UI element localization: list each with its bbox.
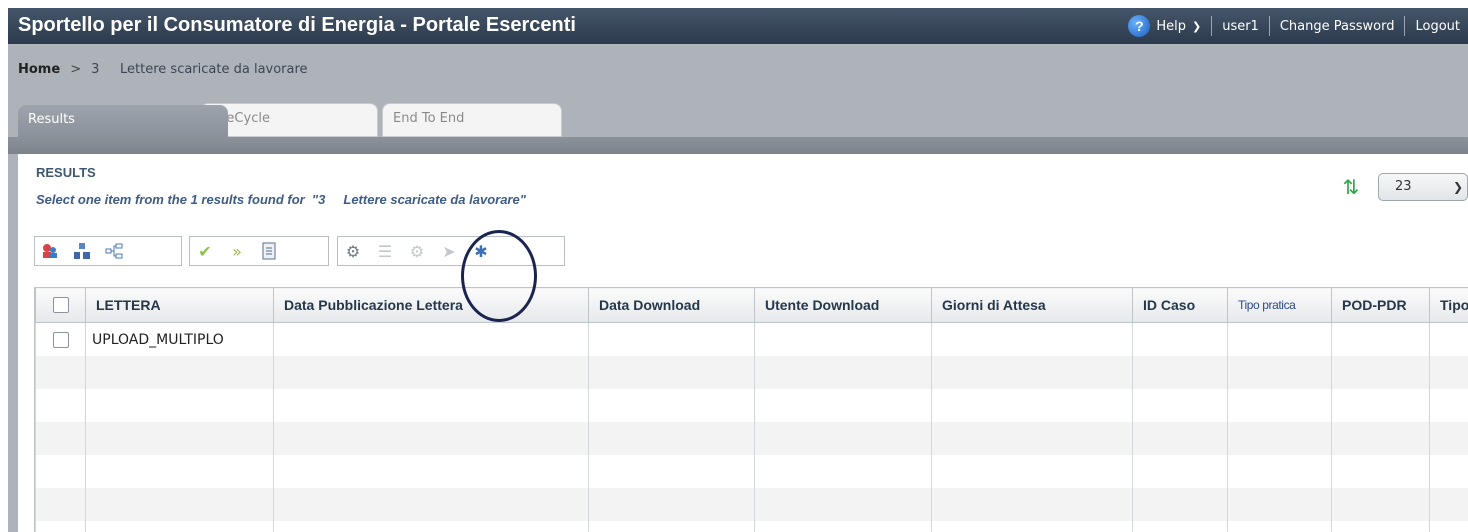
- column-header[interactable]: Utente Download: [754, 287, 932, 323]
- app-title: Sportello per il Consumatore di Energia …: [18, 14, 576, 36]
- table-cell: UPLOAD_MULTIPLO: [85, 322, 274, 356]
- top-nav: ? Help ❯ user1 Change Password Logout: [1128, 8, 1460, 44]
- results-heading: RESULTS: [36, 165, 96, 180]
- toolbar-group-2: ✔ »: [189, 236, 329, 266]
- table-cell: [1429, 322, 1468, 356]
- breadcrumb: Home >3 Lettere scaricate da lavorare: [18, 62, 308, 77]
- column-header[interactable]: Giorni di Attesa: [931, 287, 1133, 323]
- select-all-cell: [35, 287, 86, 323]
- breadcrumb-current: 3 Lettere scaricate da lavorare: [91, 62, 308, 77]
- empty-row: [35, 488, 1468, 521]
- breadcrumb-separator: >: [70, 62, 82, 77]
- disabled-doc-icon: ☰: [377, 241, 393, 261]
- toolbar-group-1: [34, 236, 182, 266]
- table-cell: [1227, 322, 1332, 356]
- page-size-value: 23: [1395, 179, 1412, 194]
- results-subtitle: Select one item from the 1 results found…: [36, 192, 526, 207]
- row-select-cell: [35, 322, 86, 356]
- tab-end-to-end[interactable]: End To End: [382, 103, 562, 137]
- nav-divider: [1268, 16, 1270, 36]
- table-cell: [273, 322, 589, 356]
- title-bar: Sportello per il Consumatore di Energia …: [8, 8, 1468, 44]
- table-row[interactable]: UPLOAD_MULTIPLO: [35, 322, 1468, 356]
- help-menu[interactable]: Help: [1156, 19, 1186, 34]
- document-icon[interactable]: [260, 242, 278, 260]
- settings-star-icon[interactable]: ✱: [472, 242, 490, 261]
- nav-divider: [1211, 16, 1213, 36]
- column-header[interactable]: LETTERA: [85, 287, 274, 323]
- column-header[interactable]: ID Caso: [1132, 287, 1228, 323]
- chevron-down-icon[interactable]: ❯: [1453, 174, 1463, 200]
- disabled-gear-icon: ⚙: [409, 241, 425, 261]
- column-header[interactable]: Data Download: [588, 287, 755, 323]
- toolbar-group-3: ⚙ ☰ ⚙ ➤ ✱: [337, 236, 565, 266]
- empty-row: [35, 455, 1468, 488]
- disabled-forward-icon: ➤: [442, 241, 456, 261]
- empty-row: [35, 422, 1468, 455]
- change-password-link[interactable]: Change Password: [1280, 19, 1395, 34]
- gear-run-icon[interactable]: ⚙: [344, 242, 362, 261]
- table-cell: [754, 322, 932, 356]
- row-checkbox[interactable]: [52, 331, 69, 348]
- nav-divider: [1404, 16, 1406, 36]
- refresh-icon[interactable]: ⇅: [1340, 175, 1362, 199]
- empty-row: [35, 389, 1468, 422]
- double-check-icon[interactable]: »: [228, 242, 246, 261]
- tab-results[interactable]: Results: [18, 105, 228, 139]
- table-cell: [1331, 322, 1430, 356]
- page-size-select[interactable]: 23 ❯: [1378, 173, 1468, 201]
- column-header[interactable]: POD-PDR: [1331, 287, 1430, 323]
- results-table: LETTERA Data Pubblicazione Lettera Data …: [34, 287, 1468, 532]
- table-cell: [588, 322, 755, 356]
- breadcrumb-home[interactable]: Home: [18, 62, 60, 77]
- users-filter-icon[interactable]: [41, 242, 59, 260]
- left-border: [8, 154, 18, 532]
- table-header-row: LETTERA Data Pubblicazione Lettera Data …: [35, 287, 1468, 323]
- column-header[interactable]: Tipo pratica: [1227, 287, 1332, 323]
- chevron-down-icon[interactable]: ❯: [1192, 20, 1201, 33]
- column-header[interactable]: Tipo: [1429, 287, 1468, 323]
- select-all-checkbox[interactable]: [52, 297, 69, 313]
- tab-band: [8, 137, 1468, 154]
- help-icon[interactable]: ?: [1128, 15, 1151, 37]
- hierarchy-icon[interactable]: [73, 242, 91, 260]
- empty-row: [35, 356, 1468, 389]
- logout-link[interactable]: Logout: [1415, 19, 1460, 34]
- column-header[interactable]: Data Pubblicazione Lettera: [273, 287, 589, 323]
- tree-icon[interactable]: [105, 242, 123, 260]
- empty-row: [35, 521, 1468, 532]
- table-cell: [1132, 322, 1228, 356]
- approve-check-icon[interactable]: ✔: [196, 242, 214, 261]
- table-cell: [931, 322, 1133, 356]
- user-link[interactable]: user1: [1222, 19, 1259, 34]
